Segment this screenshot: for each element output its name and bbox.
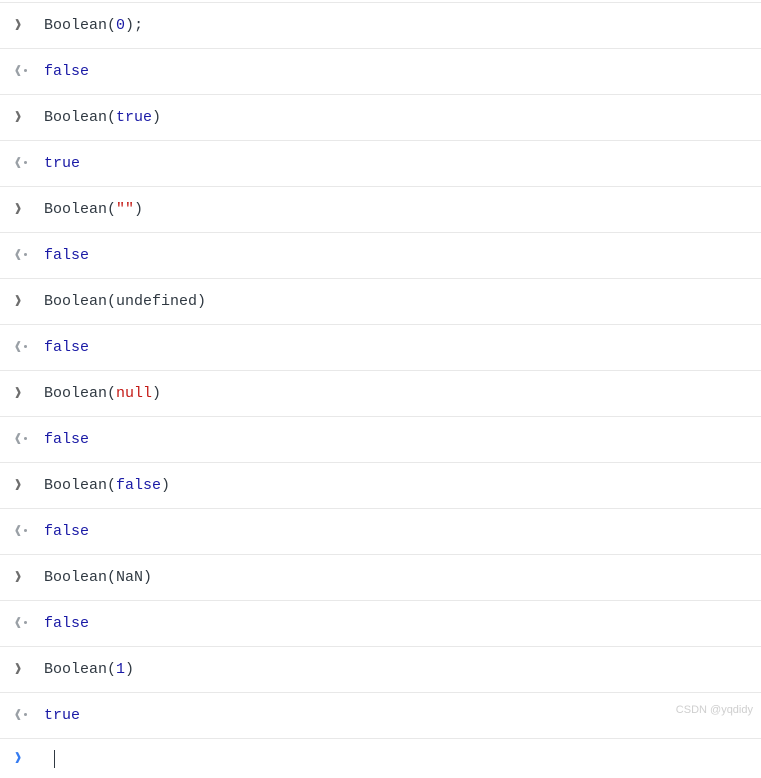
console-output-value: true xyxy=(44,707,80,724)
output-chevron-icon xyxy=(12,152,30,175)
input-chevron-icon xyxy=(12,658,30,681)
console-output-value: false xyxy=(44,523,89,540)
console-output-value: false xyxy=(44,63,89,80)
console-output-line: false xyxy=(0,601,761,647)
console-input-code: Boolean(true) xyxy=(44,109,161,126)
console-output-value: false xyxy=(44,615,89,632)
console-output-line: true xyxy=(0,693,761,739)
input-chevron-icon xyxy=(12,566,30,589)
console-input-code: Boolean(false) xyxy=(44,477,170,494)
console-input-line: Boolean(NaN) xyxy=(0,555,761,601)
console-input-line: Boolean(true) xyxy=(0,95,761,141)
console-input-code: Boolean("") xyxy=(44,201,143,218)
console-input-code: Boolean(0); xyxy=(44,17,143,34)
devtools-console: Boolean(0); false Boolean(true) true Boolean… xyxy=(0,0,761,778)
console-input-line: Boolean(undefined) xyxy=(0,279,761,325)
input-chevron-icon xyxy=(12,198,30,221)
console-input-code: Boolean(null) xyxy=(44,385,161,402)
console-input-code: Boolean(1) xyxy=(44,661,134,678)
output-chevron-icon xyxy=(12,428,30,451)
console-input-line: Boolean(1) xyxy=(0,647,761,693)
input-chevron-icon xyxy=(12,290,30,313)
console-output-line: false xyxy=(0,325,761,371)
input-chevron-icon xyxy=(12,382,30,405)
console-input-line: Boolean(null) xyxy=(0,371,761,417)
console-output-value: false xyxy=(44,339,89,356)
console-output-value: false xyxy=(44,247,89,264)
console-prompt-line[interactable] xyxy=(0,739,761,778)
output-chevron-icon xyxy=(12,612,30,635)
input-chevron-icon xyxy=(12,14,30,37)
prompt-chevron-icon xyxy=(12,747,30,770)
input-chevron-icon xyxy=(12,106,30,129)
output-chevron-icon xyxy=(12,336,30,359)
console-input-line: Boolean(0); xyxy=(0,2,761,49)
console-output-value: false xyxy=(44,431,89,448)
console-output-line: false xyxy=(0,417,761,463)
console-input-line: Boolean(false) xyxy=(0,463,761,509)
output-chevron-icon xyxy=(12,60,30,83)
console-input-code: Boolean(NaN) xyxy=(44,569,152,586)
console-output-line: true xyxy=(0,141,761,187)
console-output-line: false xyxy=(0,49,761,95)
console-input-line: Boolean("") xyxy=(0,187,761,233)
output-chevron-icon xyxy=(12,704,30,727)
output-chevron-icon xyxy=(12,244,30,267)
console-output-line: false xyxy=(0,509,761,555)
console-output-line: false xyxy=(0,233,761,279)
console-output-value: true xyxy=(44,155,80,172)
input-chevron-icon xyxy=(12,474,30,497)
text-cursor xyxy=(54,750,55,768)
console-input-code: Boolean(undefined) xyxy=(44,293,206,310)
output-chevron-icon xyxy=(12,520,30,543)
watermark-text: CSDN @yqdidy xyxy=(676,704,753,716)
